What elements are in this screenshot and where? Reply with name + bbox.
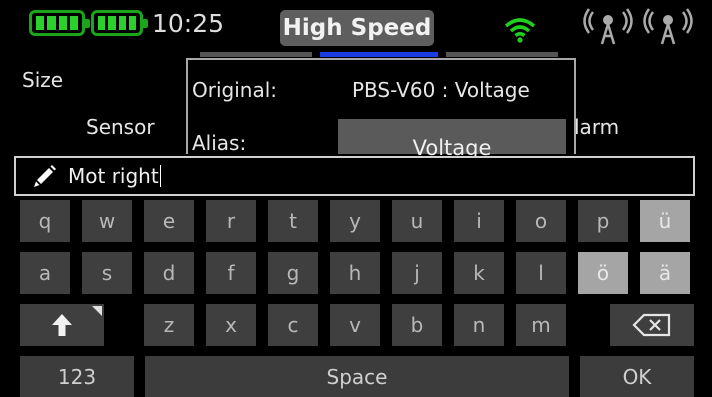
text-input[interactable]: Mot right [14,156,695,196]
key-l[interactable]: l [516,252,566,294]
key-w[interactable]: w [82,200,132,242]
battery-icon [29,10,90,36]
key-e[interactable]: e [144,200,194,242]
key-s[interactable]: s [82,252,132,294]
text-caret [159,165,161,187]
key-h[interactable]: h [330,252,380,294]
key-x[interactable]: x [206,304,256,346]
input-value: Mot right [68,164,159,188]
alias-field[interactable]: Voltage [338,119,566,160]
key-p[interactable]: p [578,200,628,242]
key-j[interactable]: j [392,252,442,294]
key-k[interactable]: k [454,252,504,294]
flight-mode-badge[interactable]: High Speed [280,10,434,46]
key-c[interactable]: c [268,304,318,346]
clock: 10:25 [152,9,225,38]
key-z[interactable]: z [144,304,194,346]
key-ö[interactable]: ö [578,252,628,294]
up-arrow-icon [52,314,72,336]
key-u[interactable]: u [392,200,442,242]
original-label: Original: [192,78,277,102]
key-q[interactable]: q [20,200,70,242]
key-o[interactable]: o [516,200,566,242]
key-d[interactable]: d [144,252,194,294]
tab-indicator [200,52,312,57]
receiver-battery-icon [91,10,148,36]
key-ä[interactable]: ä [640,252,690,294]
tab-indicator-active [320,52,438,57]
key-n[interactable]: n [454,304,504,346]
space-key[interactable]: Space [145,356,569,397]
antenna-signal-icon [583,8,633,45]
size-label: Size [22,68,64,92]
key-g[interactable]: g [268,252,318,294]
key-a[interactable]: a [20,252,70,294]
key-t[interactable]: t [268,200,318,242]
key-ü[interactable]: ü [640,200,690,242]
antenna-signal-icon-2 [643,8,693,45]
shift-key[interactable] [20,304,104,346]
key-i[interactable]: i [454,200,504,242]
pencil-icon [34,165,56,187]
ok-key[interactable]: OK [580,356,694,397]
alarm-label: larm [574,115,620,139]
original-value: PBS-V60 : Voltage [352,78,530,102]
sensor-label: Sensor [86,115,155,139]
key-f[interactable]: f [206,252,256,294]
alias-label: Alias: [192,131,247,155]
key-m[interactable]: m [516,304,566,346]
key-b[interactable]: b [392,304,442,346]
tab-indicator [446,52,558,57]
shift-lock-corner-icon [92,306,102,316]
backspace-key[interactable] [610,304,694,346]
numbers-key[interactable]: 123 [20,356,134,397]
key-r[interactable]: r [206,200,256,242]
key-y[interactable]: y [330,200,380,242]
key-v[interactable]: v [330,304,380,346]
wifi-icon [504,18,536,43]
backspace-icon [632,313,671,337]
